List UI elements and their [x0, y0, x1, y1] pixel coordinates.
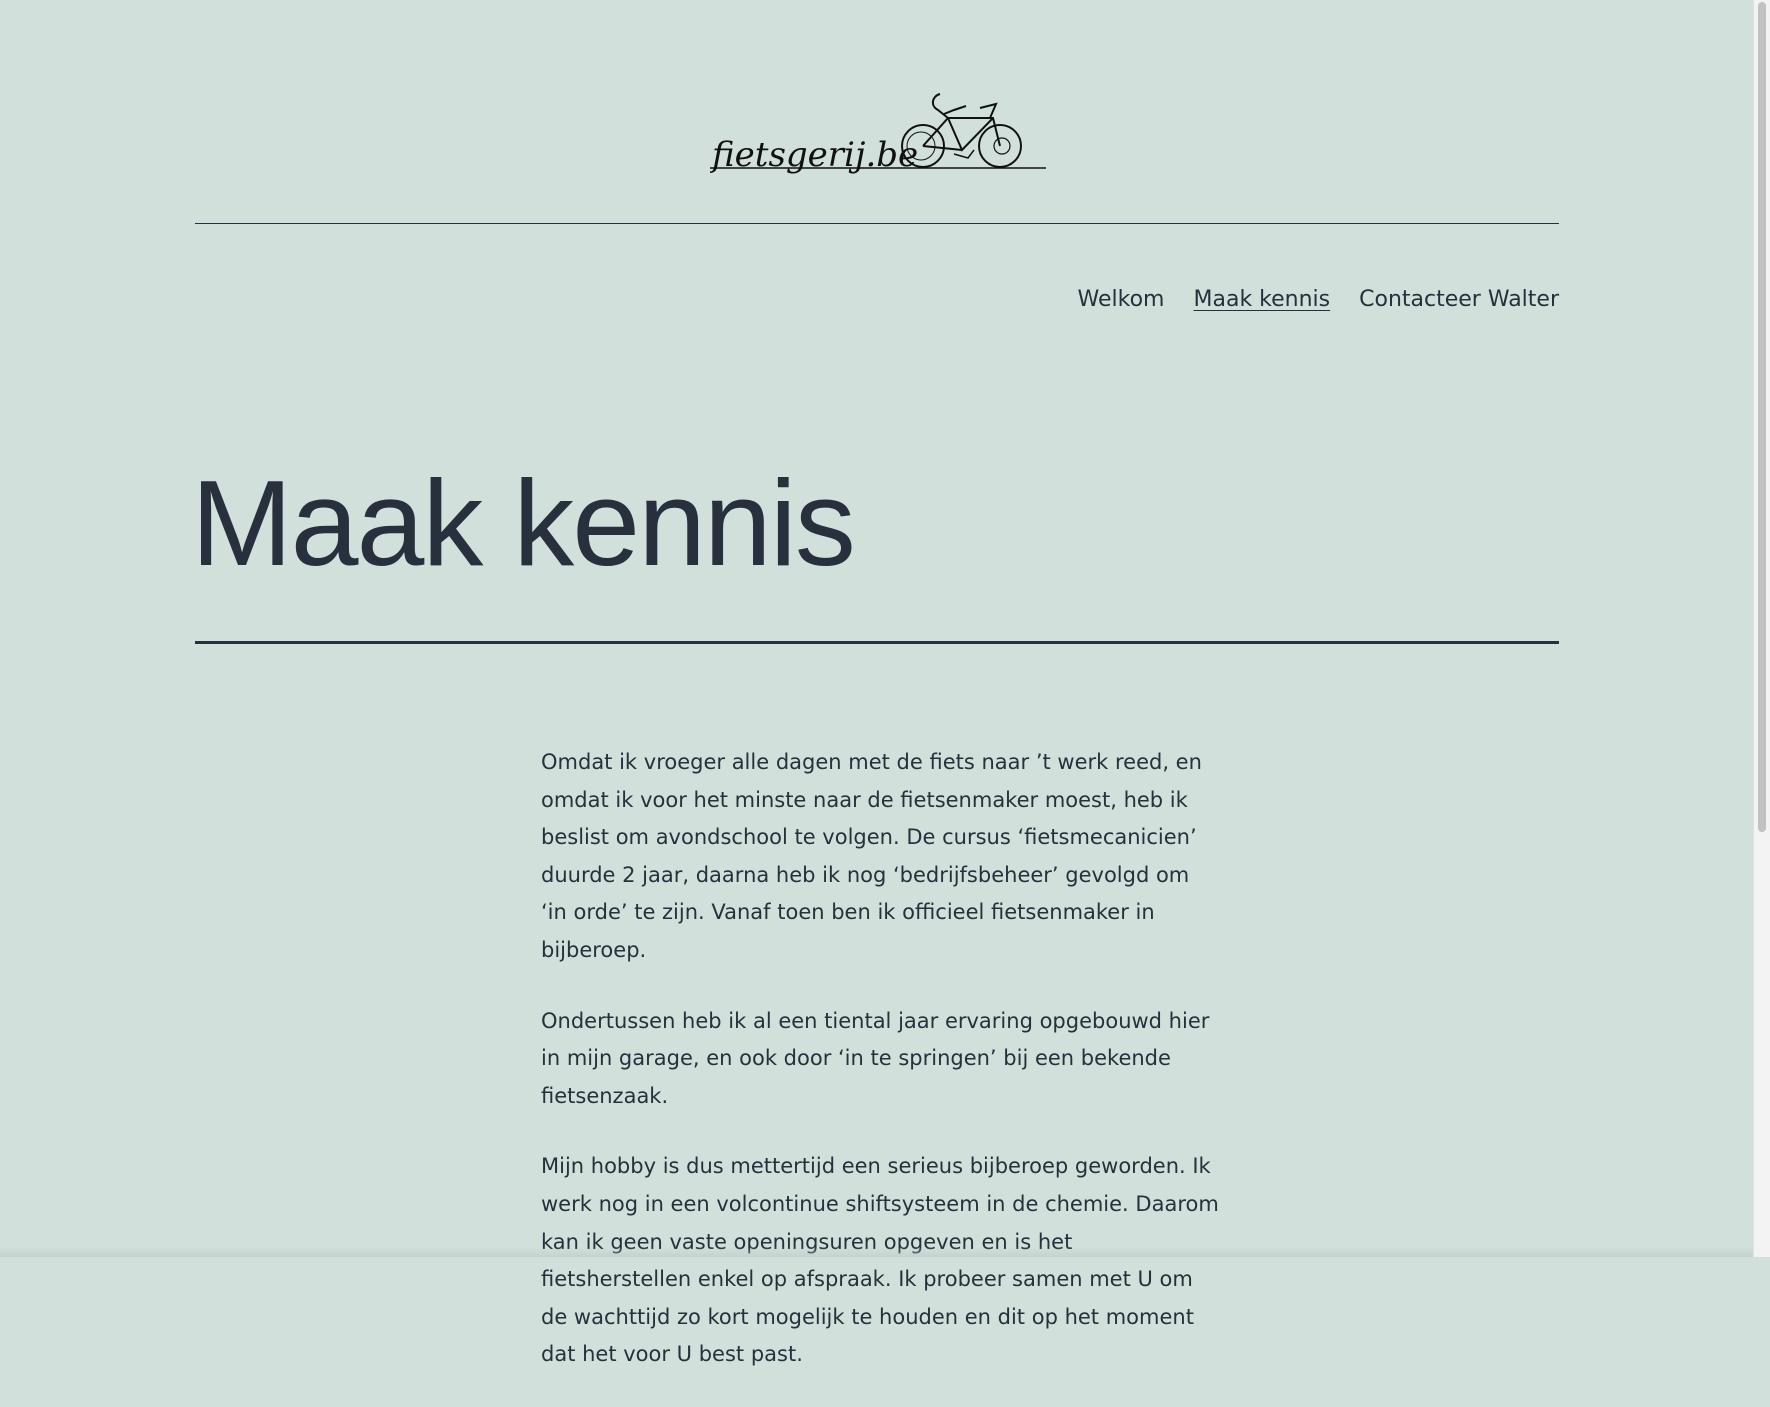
content-paragraph: Mijn hobby is dus mettertijd een serieus… [541, 1154, 1219, 1367]
content-paragraph: Omdat ik vroeger alle dagen met de fiets… [541, 750, 1202, 962]
viewport-bottom-shade [0, 1247, 1754, 1257]
title-divider [195, 641, 1559, 644]
primary-navigation: Welkom Maak kennis Contacteer Walter [1078, 284, 1559, 316]
logo-wordmark: fietsgerij.be [710, 135, 918, 175]
scrollbar-thumb[interactable] [1758, 2, 1766, 832]
vertical-scrollbar[interactable] [1753, 0, 1770, 1257]
page-title: Maak kennis [191, 455, 856, 591]
site-logo[interactable]: fietsgerij.be [710, 88, 1046, 180]
page-content: Omdat ik vroeger alle dagen met de fiets… [541, 744, 1221, 1407]
nav-item-maak-kennis[interactable]: Maak kennis [1194, 284, 1331, 316]
content-paragraph: Ondertussen heb ik al een tiental jaar e… [541, 1008, 1210, 1108]
page: fietsgerij.be Welkom Maak kennis Contact… [0, 0, 1754, 1366]
nav-item-contacteer-walter[interactable]: Contacteer Walter [1359, 284, 1559, 316]
header-divider [195, 223, 1559, 224]
bicycle-icon: fietsgerij.be [710, 93, 1046, 175]
nav-item-welkom[interactable]: Welkom [1078, 284, 1165, 316]
